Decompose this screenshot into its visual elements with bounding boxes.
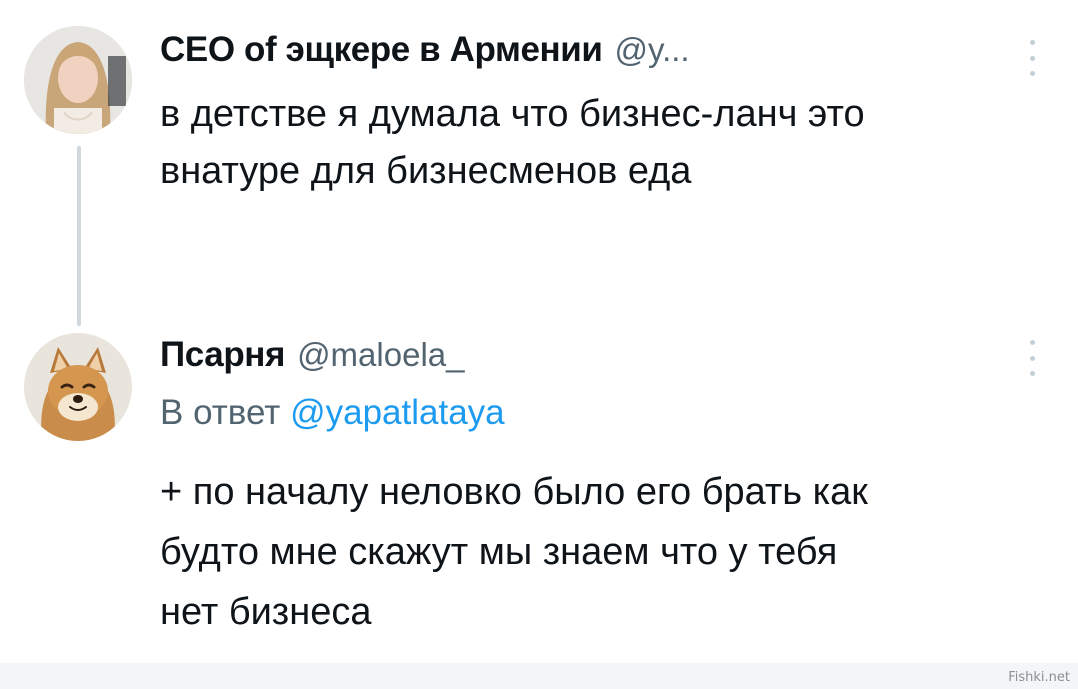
tweet-1-header: СЕО of эщкере в Армении @y...	[160, 30, 690, 70]
tweet-2-header: Псарня @maloela_	[160, 335, 464, 375]
woman-portrait-icon	[24, 26, 132, 134]
display-name[interactable]: Псарня	[160, 335, 285, 375]
tweet-text-line: + по началу неловко было его брать как	[160, 471, 868, 513]
more-options-icon[interactable]	[1020, 340, 1044, 376]
thread-connector	[77, 146, 81, 326]
tweet-2-text: + по началу неловко было его брать как б…	[160, 462, 868, 642]
tweet-1-text: в детстве я думала что бизнес-ланч это в…	[160, 86, 865, 200]
tweet-text-line: внатуре для бизнесменов еда	[160, 150, 692, 192]
reply-mention-link[interactable]: @yapatlataya	[290, 393, 505, 432]
watermark: Fishki.net	[1008, 670, 1070, 685]
reply-prefix: В ответ	[160, 393, 281, 432]
user-avatar[interactable]	[24, 333, 132, 441]
footer-strip	[0, 663, 1078, 689]
shiba-dog-icon	[24, 333, 132, 441]
more-options-icon[interactable]	[1020, 40, 1044, 76]
user-handle[interactable]: @y...	[615, 31, 690, 69]
tweet-text-line: будто мне скажут мы знаем что у тебя	[160, 531, 838, 573]
user-avatar[interactable]	[24, 26, 132, 134]
display-name[interactable]: СЕО of эщкере в Армении	[160, 30, 603, 70]
tweet-text-line: в детстве я думала что бизнес-ланч это	[160, 93, 865, 135]
tweet-thread: СЕО of эщкере в Армении @y... в детстве …	[0, 0, 1078, 689]
tweet-text-line: нет бизнеса	[160, 591, 372, 633]
user-handle[interactable]: @maloela_	[297, 336, 464, 374]
reply-context: В ответ @yapatlataya	[160, 393, 505, 433]
